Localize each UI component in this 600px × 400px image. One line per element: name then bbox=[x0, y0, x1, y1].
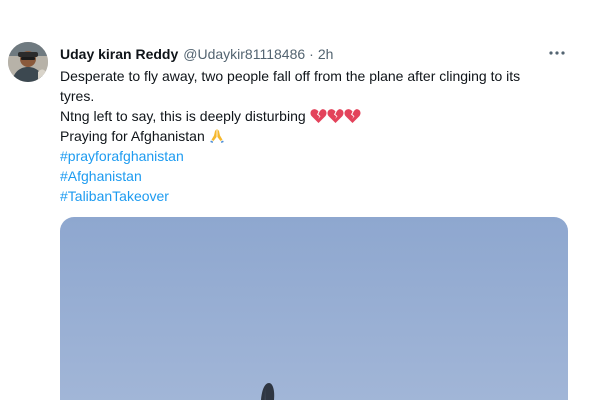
tweet-text-line: Praying for Afghanistan bbox=[60, 126, 580, 146]
tweet-text-line: Desperate to fly away, two people fall o… bbox=[60, 68, 521, 84]
author-display-name[interactable]: Uday kiran Reddy bbox=[60, 46, 178, 62]
tweet: Uday kiran Reddy @Udaykir81118486 · 2h D… bbox=[0, 0, 600, 400]
media-photo bbox=[60, 217, 568, 400]
header-separator: · bbox=[309, 46, 314, 62]
broken-heart-icon bbox=[344, 108, 361, 124]
tweet-text-segment: Praying for Afghanistan bbox=[60, 128, 205, 144]
tweet-media-image[interactable] bbox=[60, 217, 568, 400]
broken-heart-icon bbox=[310, 108, 327, 124]
tweet-text: Desperate to fly away, two people fall o… bbox=[60, 66, 580, 206]
tweet-text-line: Ntng left to say, this is deeply disturb… bbox=[60, 106, 580, 126]
avatar[interactable] bbox=[8, 42, 48, 82]
hashtag-link[interactable]: #prayforafghanistan bbox=[60, 146, 580, 166]
broken-heart-icon bbox=[327, 108, 344, 124]
tweet-timestamp[interactable]: 2h bbox=[318, 46, 334, 62]
hashtag-link[interactable]: #Afghanistan bbox=[60, 166, 580, 186]
author-handle[interactable]: @Udaykir81118486 bbox=[183, 46, 305, 62]
more-options-icon bbox=[549, 51, 565, 55]
folded-hands-icon bbox=[209, 128, 225, 144]
tweet-header: Uday kiran Reddy @Udaykir81118486 · 2h bbox=[60, 44, 333, 64]
tweet-text-line: tyres. bbox=[60, 88, 95, 104]
avatar-image bbox=[8, 42, 48, 82]
more-options-button[interactable] bbox=[546, 42, 568, 64]
tweet-text-segment: Ntng left to say, this is deeply disturb… bbox=[60, 108, 306, 124]
hashtag-link[interactable]: #TalibanTakeover bbox=[60, 186, 580, 206]
